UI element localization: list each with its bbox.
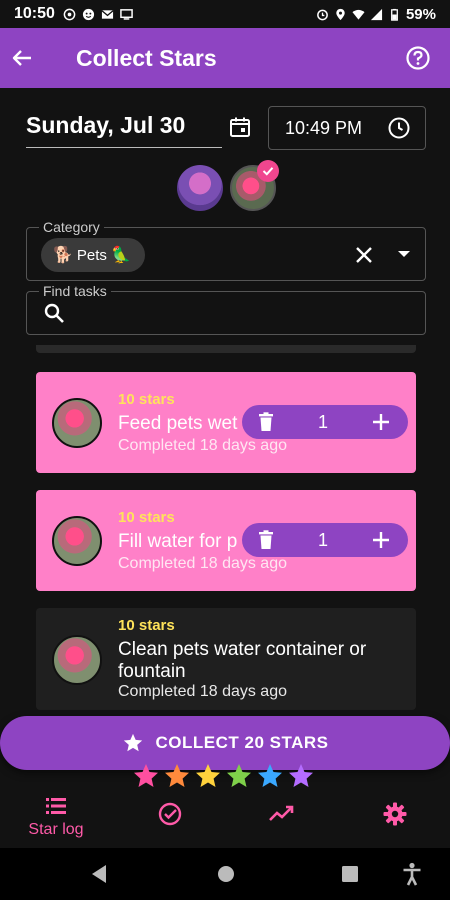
- alarm-icon: [317, 9, 328, 20]
- task-stars: 10 stars: [118, 617, 175, 634]
- trending-icon: [269, 805, 294, 821]
- task-avatar: [52, 516, 102, 566]
- nav-settings[interactable]: [373, 790, 417, 846]
- delete-icon[interactable]: [258, 530, 274, 550]
- system-navigation-bar: [0, 848, 450, 900]
- nav-recents-icon[interactable]: [341, 865, 359, 883]
- app-bar: Collect Stars: [0, 28, 450, 88]
- category-chip-pets[interactable]: 🐕 Pets 🦜: [41, 238, 145, 272]
- rainbow-stars-decoration: [134, 764, 313, 787]
- category-select[interactable]: Category 🐕 Pets 🦜: [26, 219, 426, 281]
- gear-icon: [383, 802, 407, 826]
- location-sync-icon: [63, 8, 76, 20]
- status-time: 10:50: [14, 5, 55, 22]
- quantity-value: 1: [317, 411, 328, 432]
- nav-back-icon[interactable]: [90, 864, 108, 884]
- task-card[interactable]: 10 stars Feed pets wet Completed 18 days…: [36, 372, 416, 473]
- face-icon: [82, 8, 94, 20]
- nav-tasks[interactable]: [148, 790, 192, 846]
- plus-icon[interactable]: [372, 531, 390, 549]
- user-avatar[interactable]: [177, 165, 223, 211]
- star-icon: [123, 733, 142, 752]
- find-tasks-label: Find tasks: [39, 283, 111, 299]
- dropdown-arrow-icon[interactable]: [397, 249, 411, 259]
- task-name: Feed pets wet: [118, 413, 238, 434]
- task-stars: 10 stars: [118, 391, 175, 408]
- page-title: Collect Stars: [76, 44, 217, 71]
- list-scroll-edge: [36, 345, 416, 353]
- check-icon: [262, 167, 274, 176]
- quantity-value: 1: [317, 529, 328, 550]
- date-picker-field[interactable]: Sunday, Jul 30: [26, 108, 250, 148]
- signal-icon: [370, 8, 383, 20]
- user-avatar-row: [0, 165, 450, 213]
- task-avatar: [52, 635, 102, 685]
- quantity-stepper: 1: [242, 523, 408, 557]
- screen-icon: [120, 8, 133, 20]
- task-avatar: [52, 398, 102, 448]
- nav-home-icon[interactable]: [216, 864, 236, 884]
- status-system-icons: 59%: [316, 6, 436, 23]
- nav-star-log[interactable]: Star log: [18, 790, 94, 846]
- task-completed-time: Completed 18 days ago: [118, 683, 287, 700]
- nav-stats[interactable]: [260, 790, 304, 846]
- arrow-back-icon: [12, 50, 31, 66]
- location-icon: [336, 8, 345, 20]
- time-picker-field[interactable]: 10:49 PM: [268, 106, 426, 150]
- nav-star-log-label: Star log: [28, 821, 84, 838]
- dog-emoji: 🐕: [53, 247, 73, 264]
- quantity-stepper: 1: [242, 405, 408, 439]
- gmail-icon: [101, 9, 114, 19]
- task-card[interactable]: 10 stars Fill water for p Completed 18 d…: [36, 490, 416, 591]
- parrot-emoji: 🦜: [110, 247, 131, 264]
- collect-button-label: COLLECT 20 STARS: [155, 733, 329, 752]
- date-value: Sunday, Jul 30: [26, 112, 186, 138]
- back-button[interactable]: [0, 28, 50, 88]
- wifi-icon: [352, 9, 365, 20]
- search-icon: [44, 303, 64, 323]
- selected-check-badge: [257, 160, 279, 182]
- list-icon: [46, 798, 66, 814]
- time-value: 10:49 PM: [285, 117, 363, 138]
- task-card[interactable]: 10 stars Clean pets water container or f…: [36, 608, 416, 710]
- task-completed-time: Completed 18 days ago: [118, 437, 287, 454]
- clock-icon: [388, 117, 410, 139]
- delete-icon[interactable]: [258, 412, 274, 432]
- calendar-icon[interactable]: [228, 115, 252, 139]
- bottom-navigation: Star log: [0, 790, 450, 846]
- clear-icon[interactable]: [353, 244, 375, 266]
- task-name: Clean pets water container or fountain: [118, 639, 367, 682]
- battery-icon: [391, 8, 398, 21]
- status-notification-icons: [63, 8, 133, 21]
- help-icon[interactable]: [404, 44, 432, 72]
- task-completed-time: Completed 18 days ago: [118, 555, 287, 572]
- plus-icon[interactable]: [372, 413, 390, 431]
- category-label: Category: [39, 219, 104, 235]
- task-name: Fill water for p: [118, 531, 238, 552]
- status-bar: 10:50 59%: [0, 0, 450, 28]
- chip-label: Pets: [76, 246, 107, 264]
- task-stars: 10 stars: [118, 509, 175, 526]
- check-circle-icon: [158, 802, 182, 826]
- find-tasks-field[interactable]: Find tasks: [26, 283, 426, 335]
- accessibility-icon[interactable]: [402, 862, 422, 886]
- battery-percent: 59%: [405, 5, 436, 23]
